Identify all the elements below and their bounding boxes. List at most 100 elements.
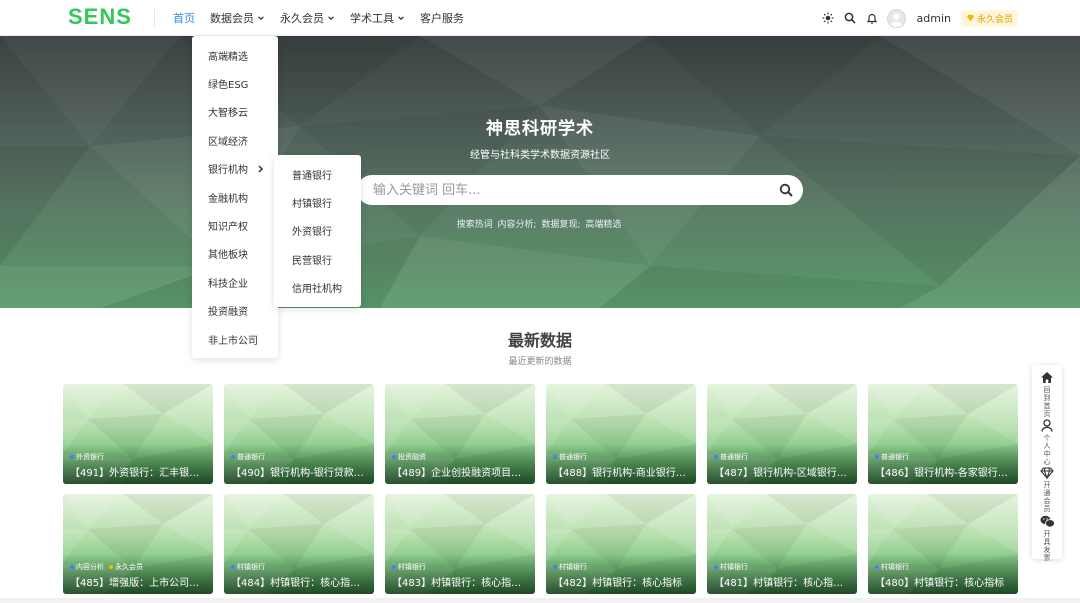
card-tags: 村镇银行 bbox=[392, 562, 426, 572]
tag-dot-icon bbox=[70, 455, 74, 459]
diamond-icon bbox=[1040, 467, 1054, 479]
dropdown-item-label: 银行机构 bbox=[208, 165, 248, 177]
chevron-down-icon bbox=[258, 16, 264, 21]
dropdown-item-bank[interactable]: 银行机构 bbox=[192, 155, 278, 183]
nav-academic-tools[interactable]: 学术工具 bbox=[350, 10, 405, 26]
nav-data-member[interactable]: 数据会员 bbox=[210, 10, 265, 26]
main-nav: 首页 数据会员 永久会员 学术工具 客户服务 bbox=[173, 0, 464, 36]
username[interactable]: admin bbox=[917, 12, 951, 25]
tag-dot-icon bbox=[553, 565, 557, 569]
hot-word[interactable]: 内容分析; bbox=[498, 220, 537, 230]
card-tags: 投资融资 bbox=[392, 452, 426, 462]
avatar[interactable] bbox=[886, 8, 906, 28]
dropdown-item[interactable]: 投资融资 bbox=[192, 297, 278, 325]
data-card[interactable]: 村镇银行【484】村镇银行：核心指标数据 bbox=[224, 494, 374, 594]
card-title[interactable]: 【480】村镇银行：核心指标 bbox=[875, 574, 1011, 589]
chevron-down-icon bbox=[328, 16, 334, 21]
data-card[interactable]: 村镇银行【480】村镇银行：核心指标 bbox=[868, 494, 1018, 594]
search-input[interactable] bbox=[373, 175, 763, 205]
open-membership-button[interactable]: 开通会员 bbox=[1032, 467, 1062, 513]
vip-badge[interactable]: 永久会员 bbox=[960, 9, 1018, 27]
card-title[interactable]: 【484】村镇银行：核心指标数据 bbox=[231, 574, 367, 589]
issue-invoice-button[interactable]: 开具发票 bbox=[1032, 515, 1062, 562]
card-title[interactable]: 【482】村镇银行：核心指标 bbox=[553, 574, 689, 589]
data-card[interactable]: 普通银行【487】银行机构-区域银行理财数据 bbox=[707, 384, 857, 484]
submenu-item[interactable]: 民营银行 bbox=[274, 245, 361, 273]
chevron-right-icon bbox=[257, 165, 264, 176]
data-card[interactable]: 普通银行【488】银行机构-商业银行数据 bbox=[546, 384, 696, 484]
theme-icon[interactable] bbox=[821, 11, 835, 25]
card-tag[interactable]: 村镇银行 bbox=[553, 562, 587, 572]
card-tag[interactable]: 普通银行 bbox=[553, 452, 587, 462]
card-title[interactable]: 【481】村镇银行：核心指标数据 bbox=[714, 574, 850, 589]
card-title[interactable]: 【488】银行机构-商业银行数据 bbox=[553, 464, 689, 479]
data-card[interactable]: 普通银行【490】银行机构-银行贷款利率数据 bbox=[224, 384, 374, 484]
nav-lifetime-member[interactable]: 永久会员 bbox=[280, 10, 335, 26]
search-icon[interactable] bbox=[779, 183, 793, 197]
dropdown-item[interactable]: 区域经济 bbox=[192, 126, 278, 154]
data-card[interactable]: 投资融资【489】企业创投融资项目大全数据 bbox=[385, 384, 535, 484]
card-tags: 内容分析 永久会员 bbox=[70, 562, 143, 572]
submenu-item[interactable]: 村镇银行 bbox=[274, 188, 361, 216]
card-tag[interactable]: 村镇银行 bbox=[714, 562, 748, 572]
hot-word[interactable]: 数据复现; bbox=[541, 220, 580, 230]
user-icon bbox=[1041, 419, 1053, 432]
user-center-button[interactable]: 个人中心 bbox=[1032, 419, 1062, 466]
dropdown-item[interactable]: 绿色ESG bbox=[192, 69, 278, 97]
site-logo[interactable]: SENS bbox=[68, 4, 132, 30]
nav-customer-service[interactable]: 客户服务 bbox=[420, 10, 464, 26]
dropdown-item[interactable]: 金融机构 bbox=[192, 183, 278, 211]
submenu-item[interactable]: 信用社机构 bbox=[274, 274, 361, 302]
data-card[interactable]: 普通银行【486】银行机构-各家银行数据 bbox=[868, 384, 1018, 484]
data-card[interactable]: 村镇银行【482】村镇银行：核心指标 bbox=[546, 494, 696, 594]
card-tag[interactable]: 村镇银行 bbox=[392, 562, 426, 572]
card-title[interactable]: 【490】银行机构-银行贷款利率数据 bbox=[231, 464, 367, 479]
card-title[interactable]: 【485】增强版：上市公司气候风险 bbox=[70, 574, 206, 589]
dropdown-item[interactable]: 知识产权 bbox=[192, 211, 278, 239]
card-tag[interactable]: 外资银行 bbox=[70, 452, 104, 462]
section-subtitle: 最近更新的数据 bbox=[508, 357, 572, 367]
card-title[interactable]: 【491】外资银行：汇丰银行(中国)有限公司 bbox=[70, 464, 206, 479]
data-card[interactable]: 村镇银行【481】村镇银行：核心指标数据 bbox=[707, 494, 857, 594]
card-tag[interactable]: 普通银行 bbox=[231, 452, 265, 462]
card-title[interactable]: 【489】企业创投融资项目大全数据 bbox=[392, 464, 528, 479]
card-tag[interactable]: 村镇银行 bbox=[231, 562, 265, 572]
hero-search bbox=[357, 175, 803, 205]
back-to-home-button[interactable]: 回到首页 bbox=[1032, 371, 1062, 418]
dropdown-item[interactable]: 大智移云 bbox=[192, 98, 278, 126]
diamond-icon bbox=[966, 14, 975, 22]
card-tag[interactable]: 村镇银行 bbox=[875, 562, 909, 572]
tag-dot-icon bbox=[231, 565, 235, 569]
page-bottom-strip bbox=[0, 598, 1080, 603]
card-title[interactable]: 【487】银行机构-区域银行理财数据 bbox=[714, 464, 850, 479]
dropdown-item[interactable]: 高端精选 bbox=[192, 41, 278, 69]
submenu-item[interactable]: 普通银行 bbox=[274, 160, 361, 188]
tag-dot-icon bbox=[231, 455, 235, 459]
card-tag[interactable]: 内容分析 bbox=[70, 562, 104, 572]
data-card[interactable]: 村镇银行【483】村镇银行：核心指标数据 bbox=[385, 494, 535, 594]
submenu-item[interactable]: 外资银行 bbox=[274, 217, 361, 245]
card-tag[interactable]: 普通银行 bbox=[875, 452, 909, 462]
card-tag[interactable]: 普通银行 bbox=[714, 452, 748, 462]
hot-word[interactable]: 高端精选 bbox=[585, 220, 621, 230]
card-tags: 村镇银行 bbox=[714, 562, 748, 572]
low-poly-background bbox=[0, 36, 1080, 308]
card-tag-label: 普通银行 bbox=[237, 453, 265, 461]
dropdown-item[interactable]: 非上市公司 bbox=[192, 325, 278, 353]
card-tag[interactable]: 投资融资 bbox=[392, 452, 426, 462]
card-tags: 村镇银行 bbox=[553, 562, 587, 572]
card-tags: 普通银行 bbox=[875, 452, 909, 462]
card-tag[interactable]: 永久会员 bbox=[109, 562, 143, 572]
tag-dot-icon bbox=[392, 565, 396, 569]
dropdown-item[interactable]: 科技企业 bbox=[192, 268, 278, 296]
card-title[interactable]: 【483】村镇银行：核心指标数据 bbox=[392, 574, 528, 589]
nav-home[interactable]: 首页 bbox=[173, 10, 195, 26]
data-card[interactable]: 内容分析 永久会员【485】增强版：上市公司气候风险 bbox=[63, 494, 213, 594]
bell-icon[interactable] bbox=[865, 11, 879, 25]
card-title[interactable]: 【486】银行机构-各家银行数据 bbox=[875, 464, 1011, 479]
hot-searches: 搜索热词 内容分析; 数据复现; 高端精选 bbox=[0, 217, 1080, 230]
dropdown-item[interactable]: 其他板块 bbox=[192, 240, 278, 268]
data-card[interactable]: 外资银行【491】外资银行：汇丰银行(中国)有限公司 bbox=[63, 384, 213, 484]
search-icon[interactable] bbox=[843, 11, 857, 25]
tag-dot-icon bbox=[714, 455, 718, 459]
